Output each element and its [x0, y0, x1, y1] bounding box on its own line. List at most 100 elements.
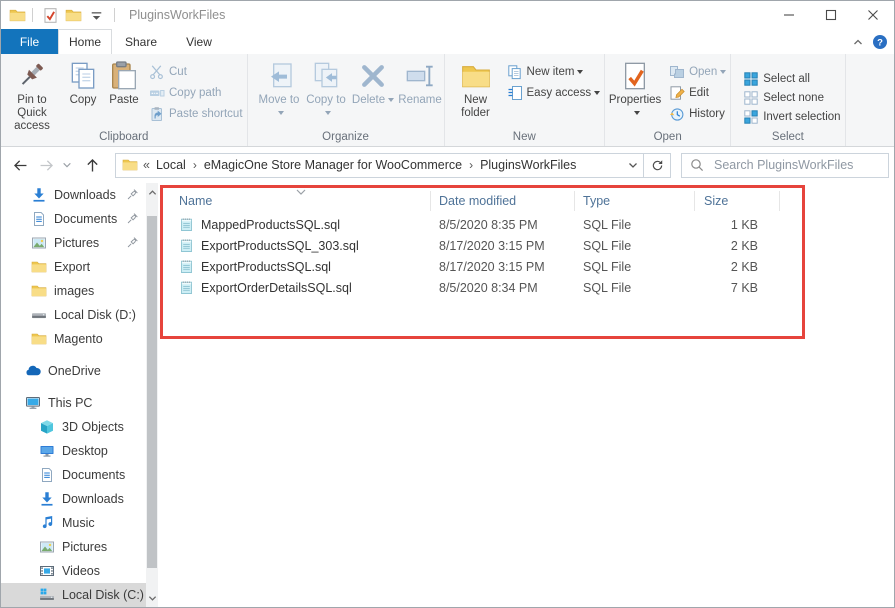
sidebar-item-local-disk-d[interactable]: Local Disk (D:) — [1, 303, 146, 327]
ribbon-group-label: New — [445, 131, 605, 143]
minimize-ribbon-button[interactable] — [852, 36, 864, 48]
file-type-cell: SQL File — [575, 239, 695, 253]
sidebar-item-documents[interactable]: Documents — [1, 463, 146, 487]
search-input[interactable] — [681, 153, 889, 178]
tab-share[interactable]: Share — [112, 29, 170, 54]
sidebar-item-magento[interactable]: Magento — [1, 327, 146, 351]
file-row-exportorderdetailssql-sql[interactable]: ExportOrderDetailsSQL.sql8/5/2020 8:34 P… — [163, 277, 780, 298]
ribbon-button-select-all[interactable]: Select all — [739, 69, 844, 88]
ribbon-button-new-item[interactable]: New item — [503, 61, 605, 82]
button-label: Paste shortcut — [169, 108, 243, 120]
ribbon-group-select: Select allSelect noneInvert selectionSel… — [731, 54, 845, 146]
customize-toolbar-icon — [88, 7, 105, 24]
file-row-mappedproductssql-sql[interactable]: MappedProductsSQL.sql8/5/2020 8:35 PMSQL… — [163, 214, 780, 235]
column-header-size[interactable]: Size — [695, 191, 780, 211]
sidebar-item-downloads[interactable]: Downloads — [1, 487, 146, 511]
ribbon-button-new-folder[interactable]: New folder — [449, 59, 503, 126]
breadcrumb-separator: › — [193, 158, 197, 172]
ribbon-button-invert-selection[interactable]: Invert selection — [739, 107, 844, 126]
refresh-button[interactable] — [644, 153, 671, 178]
dropdown-caret-icon — [720, 70, 726, 74]
sidebar-item-desktop[interactable]: Desktop — [1, 439, 146, 463]
sidebar-item-this-pc[interactable]: This PC — [1, 391, 146, 415]
pin-icon — [126, 212, 139, 225]
sidebar-item-downloads[interactable]: Downloads — [1, 183, 146, 207]
breadcrumb-overflow[interactable]: « — [143, 158, 150, 172]
address-dropdown-chevron-icon[interactable] — [627, 159, 639, 171]
address-bar[interactable]: « Local › eMagicOne Store Manager for Wo… — [115, 153, 644, 178]
rename-icon — [404, 60, 436, 92]
ribbon-button-copy[interactable]: Copy — [63, 59, 103, 126]
sidebar-item-documents[interactable]: Documents — [1, 207, 146, 231]
minimize-button[interactable] — [768, 1, 810, 29]
sidebar-item-label: Music — [62, 516, 95, 530]
sidebar-item-export[interactable]: Export — [1, 255, 146, 279]
file-size-cell: 2 KB — [695, 260, 780, 274]
file-size-cell: 1 KB — [695, 218, 780, 232]
ribbon-button-edit[interactable]: Edit — [665, 82, 730, 103]
file-name-cell: ExportProductsSQL.sql — [163, 259, 431, 274]
button-label: Paste — [109, 94, 138, 107]
sidebar-item-label: Local Disk (D:) — [54, 308, 136, 322]
ribbon-button-copy-to: Copy to — [303, 59, 350, 126]
delete-icon — [357, 60, 389, 92]
window-title: PluginsWorkFiles — [129, 8, 225, 22]
scrollbar-up-arrow[interactable] — [146, 185, 158, 199]
breadcrumb-segment-store-manager[interactable]: eMagicOne Store Manager for WooCommerce — [204, 158, 462, 172]
button-label: Rename — [398, 94, 441, 107]
qat-properties-button[interactable] — [42, 7, 59, 24]
sidebar-item-pictures[interactable]: Pictures — [1, 535, 146, 559]
tab-home[interactable]: Home — [58, 29, 112, 54]
button-label: Cut — [169, 66, 187, 78]
sidebar-item-label: Magento — [54, 332, 103, 346]
sidebar-item-label: Desktop — [62, 444, 108, 458]
sidebar-item-videos[interactable]: Videos — [1, 559, 146, 583]
column-header-date-modified[interactable]: Date modified — [431, 191, 575, 211]
sidebar-item-label: This PC — [48, 396, 92, 410]
copy-icon — [67, 60, 99, 92]
ribbon-button-pin-to-quick-access[interactable]: Pin to Quick access — [1, 59, 63, 126]
ribbon-button-history[interactable]: History — [665, 103, 730, 124]
file-size-cell: 2 KB — [695, 239, 780, 253]
paste-shortcut-icon — [149, 106, 165, 122]
ribbon-button-easy-access[interactable]: Easy access — [503, 82, 605, 103]
navigation-pane-scrollbar[interactable] — [146, 183, 158, 607]
sidebar-item-music[interactable]: Music — [1, 511, 146, 535]
properties-icon — [619, 60, 651, 92]
invert-selection-icon — [743, 109, 759, 125]
cut-icon — [149, 64, 165, 80]
ribbon-button-paste[interactable]: Paste — [103, 59, 145, 126]
scrollbar-down-arrow[interactable] — [146, 591, 158, 605]
back-button[interactable] — [7, 157, 33, 174]
sidebar-item-3d-objects[interactable]: 3D Objects — [1, 415, 146, 439]
help-button[interactable]: ? — [872, 34, 888, 50]
breadcrumb-segment-pluginsworkfiles[interactable]: PluginsWorkFiles — [480, 158, 576, 172]
file-name: ExportProductsSQL_303.sql — [201, 239, 359, 253]
file-date-cell: 8/17/2020 3:15 PM — [431, 260, 575, 274]
breadcrumb-segment-local[interactable]: Local — [156, 158, 186, 172]
maximize-button[interactable] — [810, 1, 852, 29]
file-row-exportproductssql-303-sql[interactable]: ExportProductsSQL_303.sql8/17/2020 3:15 … — [163, 235, 780, 256]
tab-file[interactable]: File — [1, 29, 58, 54]
video-icon — [39, 563, 55, 579]
ribbon-button-select-none[interactable]: Select none — [739, 88, 844, 107]
qat-customize-button[interactable] — [88, 7, 105, 24]
column-header-type[interactable]: Type — [575, 191, 695, 211]
qat-new-folder-button[interactable] — [65, 7, 82, 24]
sidebar-item-images[interactable]: images — [1, 279, 146, 303]
sidebar-item-local-disk-c[interactable]: Local Disk (C:) — [1, 583, 146, 607]
sidebar-item-label: Local Disk (C:) — [62, 588, 144, 602]
tab-view[interactable]: View — [170, 29, 228, 54]
scrollbar-thumb[interactable] — [147, 216, 157, 568]
sidebar-item-pictures[interactable]: Pictures — [1, 231, 146, 255]
close-button[interactable] — [852, 1, 894, 29]
file-name: ExportOrderDetailsSQL.sql — [201, 281, 352, 295]
select-none-icon — [743, 90, 759, 106]
up-button[interactable] — [79, 157, 105, 174]
dropdown-caret-icon — [278, 111, 284, 115]
button-label: Copy to — [305, 94, 348, 120]
recent-locations-button[interactable] — [59, 160, 75, 170]
ribbon-button-properties[interactable]: Properties — [605, 59, 665, 126]
sidebar-item-onedrive[interactable]: OneDrive — [1, 359, 146, 383]
file-row-exportproductssql-sql[interactable]: ExportProductsSQL.sql8/17/2020 3:15 PMSQ… — [163, 256, 780, 277]
